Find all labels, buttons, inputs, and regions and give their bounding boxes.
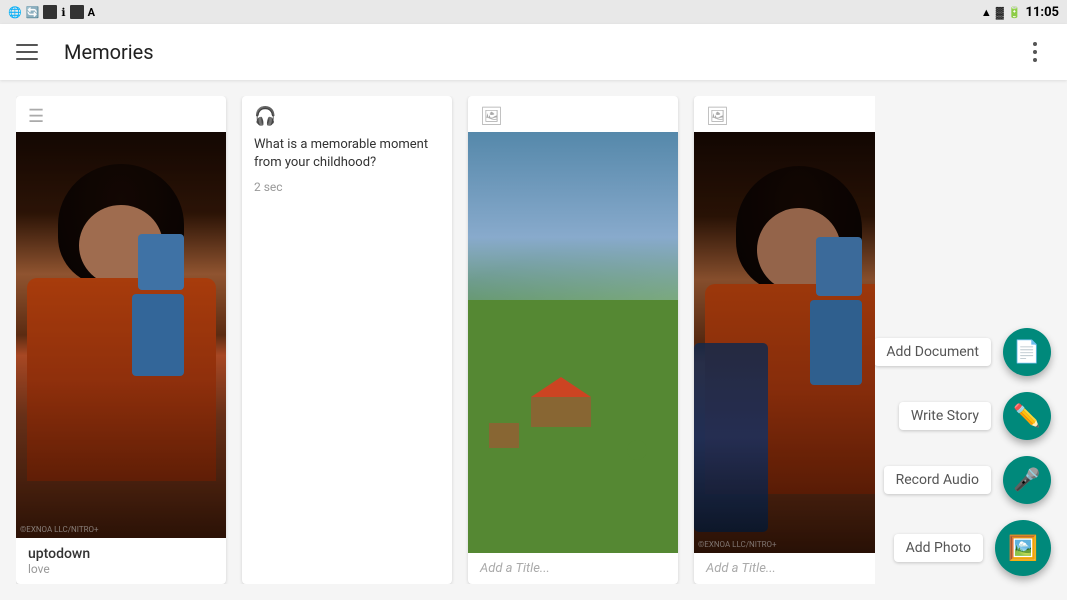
card-1-header: ☰	[16, 96, 226, 132]
status-bar-right: ▲ ▓ 🔋 11:05	[981, 5, 1059, 20]
card-1-bottom: uptodown love	[16, 538, 226, 584]
story-icon: ✏️	[1013, 404, 1040, 429]
watermark-1: ©EXNOA LLC/NITRO+	[20, 525, 99, 534]
card-1-subtitle: love	[28, 562, 214, 576]
hamburger-button[interactable]	[16, 36, 48, 68]
memory-card-1[interactable]: ☰ ©EXNOA LLC/NITRO+	[16, 96, 226, 584]
fab-add-photo-row: Add Photo 🖼️	[891, 520, 1051, 576]
add-photo-label: Add Photo	[894, 534, 983, 562]
image-icon-card3: 🖼	[480, 106, 503, 127]
sync-icon: 🔄	[26, 6, 40, 19]
card-1-name: uptodown	[28, 546, 214, 562]
card-4-artwork: ©EXNOA LLC/NITRO+	[694, 132, 875, 553]
record-audio-label: Record Audio	[884, 466, 991, 494]
main-content: ☰ ©EXNOA LLC/NITRO+	[0, 80, 1067, 600]
add-document-label: Add Document	[874, 338, 991, 366]
app-icon-info: ℹ	[61, 6, 65, 19]
app-icon-black	[43, 5, 57, 19]
card-2-text: What is a memorable moment from your chi…	[242, 132, 452, 584]
farm-element-2	[627, 440, 647, 460]
status-bar: 🌐 🔄 ℹ A ▲ ▓ 🔋 11:05	[0, 0, 1067, 24]
battery-icon: 🔋	[1008, 6, 1022, 19]
app-icon-black2	[70, 5, 84, 19]
hamburger-line-3	[16, 58, 38, 60]
roof	[531, 377, 591, 397]
card-4-bottom: Add a Title...	[694, 553, 875, 584]
card-4-add-title[interactable]: Add a Title...	[706, 561, 875, 576]
fab-record-audio-row: Record Audio 🎤	[891, 456, 1051, 504]
card-2-header: 🎧	[242, 96, 452, 132]
memory-card-2[interactable]: 🎧 What is a memorable moment from your c…	[242, 96, 452, 584]
write-story-button[interactable]: ✏️	[1003, 392, 1051, 440]
photo-icon: 🖼️	[1008, 534, 1038, 562]
image-icon-card4: 🖼	[706, 106, 729, 127]
hamburger-line-2	[16, 51, 38, 53]
app-bar: Memories	[0, 24, 1067, 80]
add-photo-button[interactable]: 🖼️	[995, 520, 1051, 576]
cards-area: ☰ ©EXNOA LLC/NITRO+	[16, 96, 875, 584]
time-display: 11:05	[1026, 5, 1060, 20]
card-3-image-area	[468, 132, 678, 553]
card-3-bottom: Add a Title...	[468, 553, 678, 584]
card-4-image-area: ©EXNOA LLC/NITRO+	[694, 132, 875, 553]
write-story-label: Write Story	[899, 402, 991, 430]
text-icon: ☰	[28, 106, 44, 127]
body	[531, 397, 591, 427]
hamburger-line-1	[16, 44, 38, 46]
fab-add-document-row: Add Document 📄	[891, 328, 1051, 376]
card-4-header: 🖼	[694, 96, 875, 132]
fab-area: Add Document 📄 Write Story ✏️ Record Aud…	[891, 96, 1051, 584]
card-1-image-area: ©EXNOA LLC/NITRO+	[16, 132, 226, 538]
card-2-duration: 2 sec	[254, 180, 440, 194]
app-icon-a: A	[88, 6, 95, 19]
memory-card-3[interactable]: 🖼 Add a T	[468, 96, 678, 584]
microphone-icon: 🎤	[1013, 468, 1040, 493]
card-3-header: 🖼	[468, 96, 678, 132]
fab-write-story-row: Write Story ✏️	[891, 392, 1051, 440]
overflow-menu-button[interactable]	[1019, 36, 1051, 68]
signal-icon: ▓	[996, 6, 1004, 19]
wifi-icon: ▲	[981, 6, 992, 19]
farm-element-1	[489, 423, 519, 448]
record-audio-button[interactable]: 🎤	[1003, 456, 1051, 504]
memory-card-4[interactable]: 🖼 ©EXNOA LLC/NITRO+ Add a Title...	[694, 96, 875, 584]
card-3-add-title[interactable]: Add a Title...	[480, 561, 666, 576]
headphone-icon: 🎧	[254, 106, 276, 127]
document-icon: 📄	[1013, 340, 1040, 365]
card-3-artwork	[468, 132, 678, 553]
add-document-button[interactable]: 📄	[1003, 328, 1051, 376]
globe-icon: 🌐	[8, 6, 22, 19]
status-bar-left: 🌐 🔄 ℹ A	[8, 5, 95, 19]
card-1-artwork: ©EXNOA LLC/NITRO+	[16, 132, 226, 538]
game-building	[531, 377, 591, 427]
page-title: Memories	[64, 40, 1019, 64]
watermark-4: ©EXNOA LLC/NITRO+	[698, 540, 777, 549]
card-2-question: What is a memorable moment from your chi…	[254, 136, 440, 172]
